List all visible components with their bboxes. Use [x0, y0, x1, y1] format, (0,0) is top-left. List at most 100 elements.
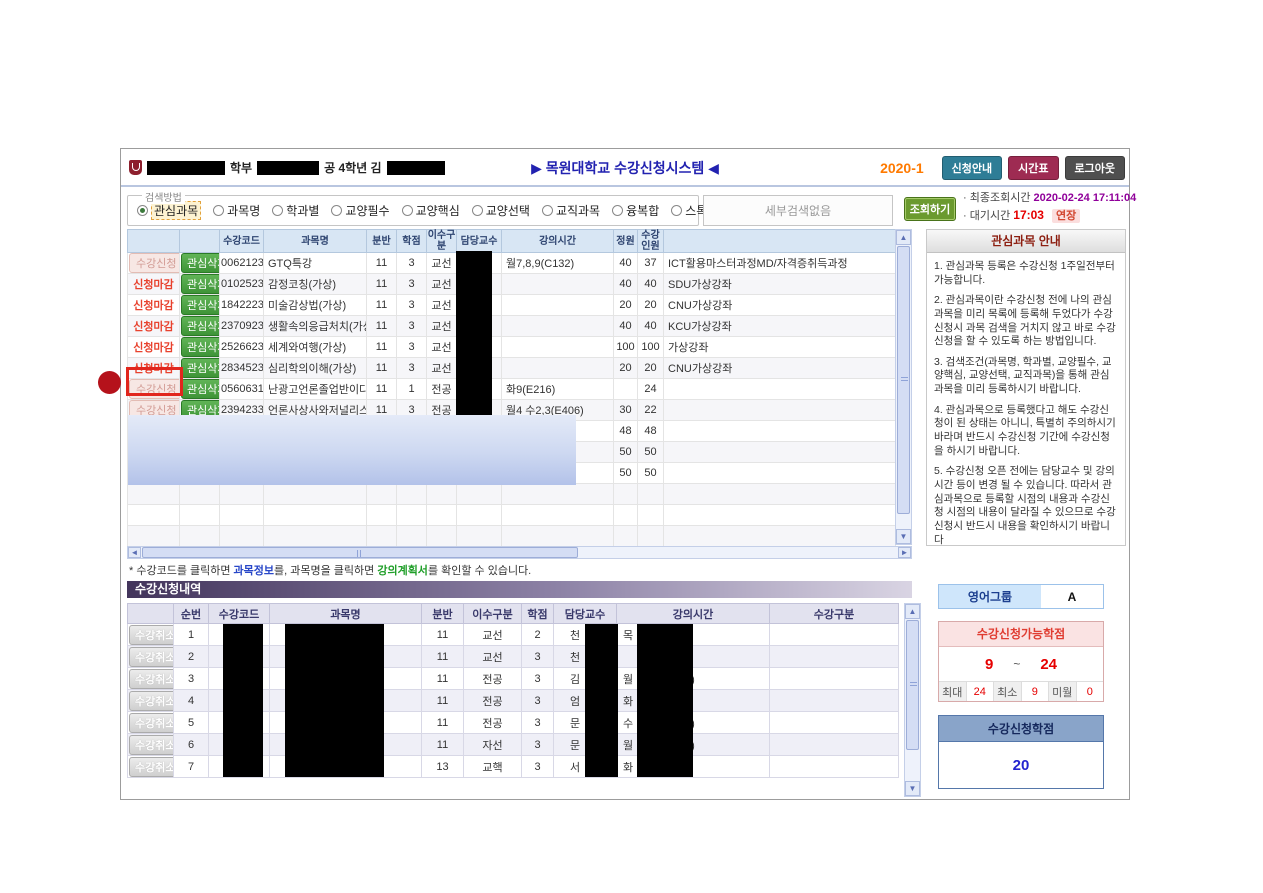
vertical-scrollbar[interactable]: ▲ ▼ [895, 229, 912, 545]
cancel-course-button[interactable]: 수강취소 [129, 669, 174, 689]
carry-value: 0 [1077, 682, 1104, 701]
course-code-link[interactable]: 0102523 [220, 274, 264, 295]
course-row: 신청마감 관심삭제 2370923 생활속의응급처치(가상) 11 3 교선 4… [128, 316, 896, 337]
page-title: ▶ 목원대학교 수강신청시스템 ◀ [531, 158, 719, 178]
course-name-link[interactable]: 세계와여행(가상) [264, 337, 367, 358]
course-code-link[interactable]: 0062123 [220, 253, 264, 274]
remove-interest-button[interactable]: 관심삭제 [181, 253, 220, 273]
redaction-box [257, 161, 319, 175]
credit-range-values: 9 ~ 24 [939, 647, 1103, 681]
cancel-course-button[interactable]: 수강취소 [129, 757, 174, 777]
annotation-red-dot [98, 371, 121, 394]
cancel-course-button[interactable]: 수강취소 [129, 647, 174, 667]
redaction-box [387, 161, 445, 175]
radio-icon[interactable] [213, 205, 224, 216]
remove-interest-button[interactable]: 관심삭제 [181, 379, 220, 399]
course-name-link[interactable]: 감정코칭(가상) [264, 274, 367, 295]
redaction-box [456, 251, 492, 419]
col-ban: 분반 [422, 604, 464, 624]
annotation-red-highlight-box [126, 367, 183, 396]
radio-icon[interactable] [137, 205, 148, 216]
enrollment-table: 순번 수강코드 과목명 분반 이수구분 학점 담당교수 강의시간 수강구분 수강… [127, 603, 921, 797]
max-value: 24 [967, 682, 995, 701]
remove-interest-button[interactable]: 관심삭제 [181, 295, 220, 315]
cancel-course-button[interactable]: 수강취소 [129, 691, 174, 711]
syllabus-link[interactable]: 강의계획서 [377, 565, 428, 577]
radio-icon[interactable] [542, 205, 553, 216]
course-name-link[interactable]: 미술감상법(가상) [264, 295, 367, 316]
scroll-up-arrow-icon[interactable]: ▲ [896, 230, 911, 245]
cancel-course-button[interactable]: 수강취소 [129, 713, 174, 733]
radio-icon[interactable] [671, 205, 682, 216]
redaction-box [585, 624, 618, 777]
detail-filter-box[interactable]: 세부검색없음 [703, 195, 893, 226]
timetable-button[interactable]: 시간표 [1008, 156, 1058, 180]
enrollment-section-title: 수강신청내역 [127, 581, 912, 598]
radio-liberal-required[interactable]: 교양필수 [331, 202, 389, 219]
scroll-left-arrow-icon[interactable]: ◄ [128, 547, 141, 558]
course-code-link[interactable]: 2526623 [220, 337, 264, 358]
radio-liberal-core[interactable]: 교양핵심 [402, 202, 460, 219]
remove-interest-button[interactable]: 관심삭제 [181, 337, 220, 357]
course-code-link[interactable]: 0560631 [220, 379, 264, 400]
scrollbar-thumb[interactable] [906, 620, 919, 750]
cancel-course-button[interactable]: 수강취소 [129, 735, 174, 755]
scroll-right-arrow-icon[interactable]: ► [898, 547, 911, 558]
radio-course-name[interactable]: 과목명 [213, 202, 260, 219]
course-name-link[interactable]: 심리학의이해(가상) [264, 358, 367, 379]
redaction-box [147, 161, 225, 175]
radio-convergence[interactable]: 융복합 [612, 202, 659, 219]
apply-course-button[interactable]: 수강신청 [129, 253, 180, 273]
scroll-up-arrow-icon[interactable]: ▲ [905, 604, 920, 619]
applied-credits-title: 수강신청학점 [939, 716, 1103, 742]
remove-interest-button[interactable]: 관심삭제 [181, 316, 220, 336]
applied-credits-panel: 수강신청학점 20 [938, 715, 1104, 789]
radio-icon[interactable] [331, 205, 342, 216]
student-info: 학부 공 4학년 김 [129, 159, 445, 176]
wait-time-value: 17:03 [1013, 208, 1044, 222]
col-enrolled: 수강인원 [638, 230, 664, 253]
course-name-link[interactable]: GTQ특강 [264, 253, 367, 274]
min-value: 9 [1022, 682, 1050, 701]
radio-teaching-courses[interactable]: 교직과목 [542, 202, 600, 219]
cancel-course-button[interactable]: 수강취소 [129, 625, 174, 645]
course-code-link[interactable]: 2834523 [220, 358, 264, 379]
radio-icon[interactable] [402, 205, 413, 216]
vertical-scrollbar[interactable]: ▲ ▼ [904, 603, 921, 797]
course-info-link[interactable]: 과목정보 [234, 565, 274, 577]
logout-button[interactable]: 로그아웃 [1065, 156, 1125, 180]
title-bar: 학부 공 4학년 김 ▶ 목원대학교 수강신청시스템 ◀ 2020-1 신청안내… [121, 149, 1129, 187]
scroll-down-arrow-icon[interactable]: ▼ [905, 781, 920, 796]
apply-guide-button[interactable]: 신청안내 [942, 156, 1002, 180]
credit-range-detail: 최대 24 최소 9 미월 0 [939, 681, 1103, 701]
query-button[interactable]: 조회하기 [904, 197, 956, 221]
status-closed: 신청마감 [133, 342, 173, 354]
scrollbar-thumb[interactable] [897, 246, 910, 514]
course-code-link[interactable]: 1842223 [220, 295, 264, 316]
course-name-link[interactable]: 생활속의응급처치(가상) [264, 316, 367, 337]
radio-by-department[interactable]: 학과별 [272, 202, 319, 219]
radio-icon[interactable] [472, 205, 483, 216]
radio-icon[interactable] [272, 205, 283, 216]
app-window: 학부 공 4학년 김 ▶ 목원대학교 수강신청시스템 ◀ 2020-1 신청안내… [120, 148, 1130, 800]
scrollbar-thumb[interactable] [142, 547, 578, 558]
course-code-link[interactable]: 2370923 [220, 316, 264, 337]
titlebar-actions: 2020-1 신청안내 시간표 로그아웃 [880, 156, 1125, 180]
radio-liberal-elective[interactable]: 교양선택 [472, 202, 530, 219]
search-method-group: 검색방법 관심과목 과목명 학과별 교양필수 교양핵심 교양선택 교직과목 융복… [127, 195, 699, 226]
min-label: 최소 [994, 682, 1022, 701]
course-table-header: 수강코드 과목명 분반 학점 이수구분 담당교수 강의시간 정원 수강인원 [128, 230, 896, 253]
redaction-box [285, 624, 384, 777]
extend-button[interactable]: 연장 [1052, 209, 1080, 223]
remove-interest-button[interactable]: 관심삭제 [181, 358, 220, 378]
search-method-legend: 검색방법 [142, 189, 185, 204]
last-query-label: · 최종조회시간 [963, 192, 1030, 204]
horizontal-scrollbar[interactable]: ◄ ► [127, 546, 912, 559]
course-name-link[interactable]: 난광고언론졸업반이다 [264, 379, 367, 400]
remove-interest-button[interactable]: 관심삭제 [181, 274, 220, 294]
english-group-value: A [1041, 585, 1103, 608]
status-closed: 신청마감 [133, 300, 173, 312]
radio-icon[interactable] [612, 205, 623, 216]
search-method-options: 관심과목 과목명 학과별 교양필수 교양핵심 교양선택 교직과목 융복합 스톡스… [128, 196, 698, 225]
scroll-down-arrow-icon[interactable]: ▼ [896, 529, 911, 544]
